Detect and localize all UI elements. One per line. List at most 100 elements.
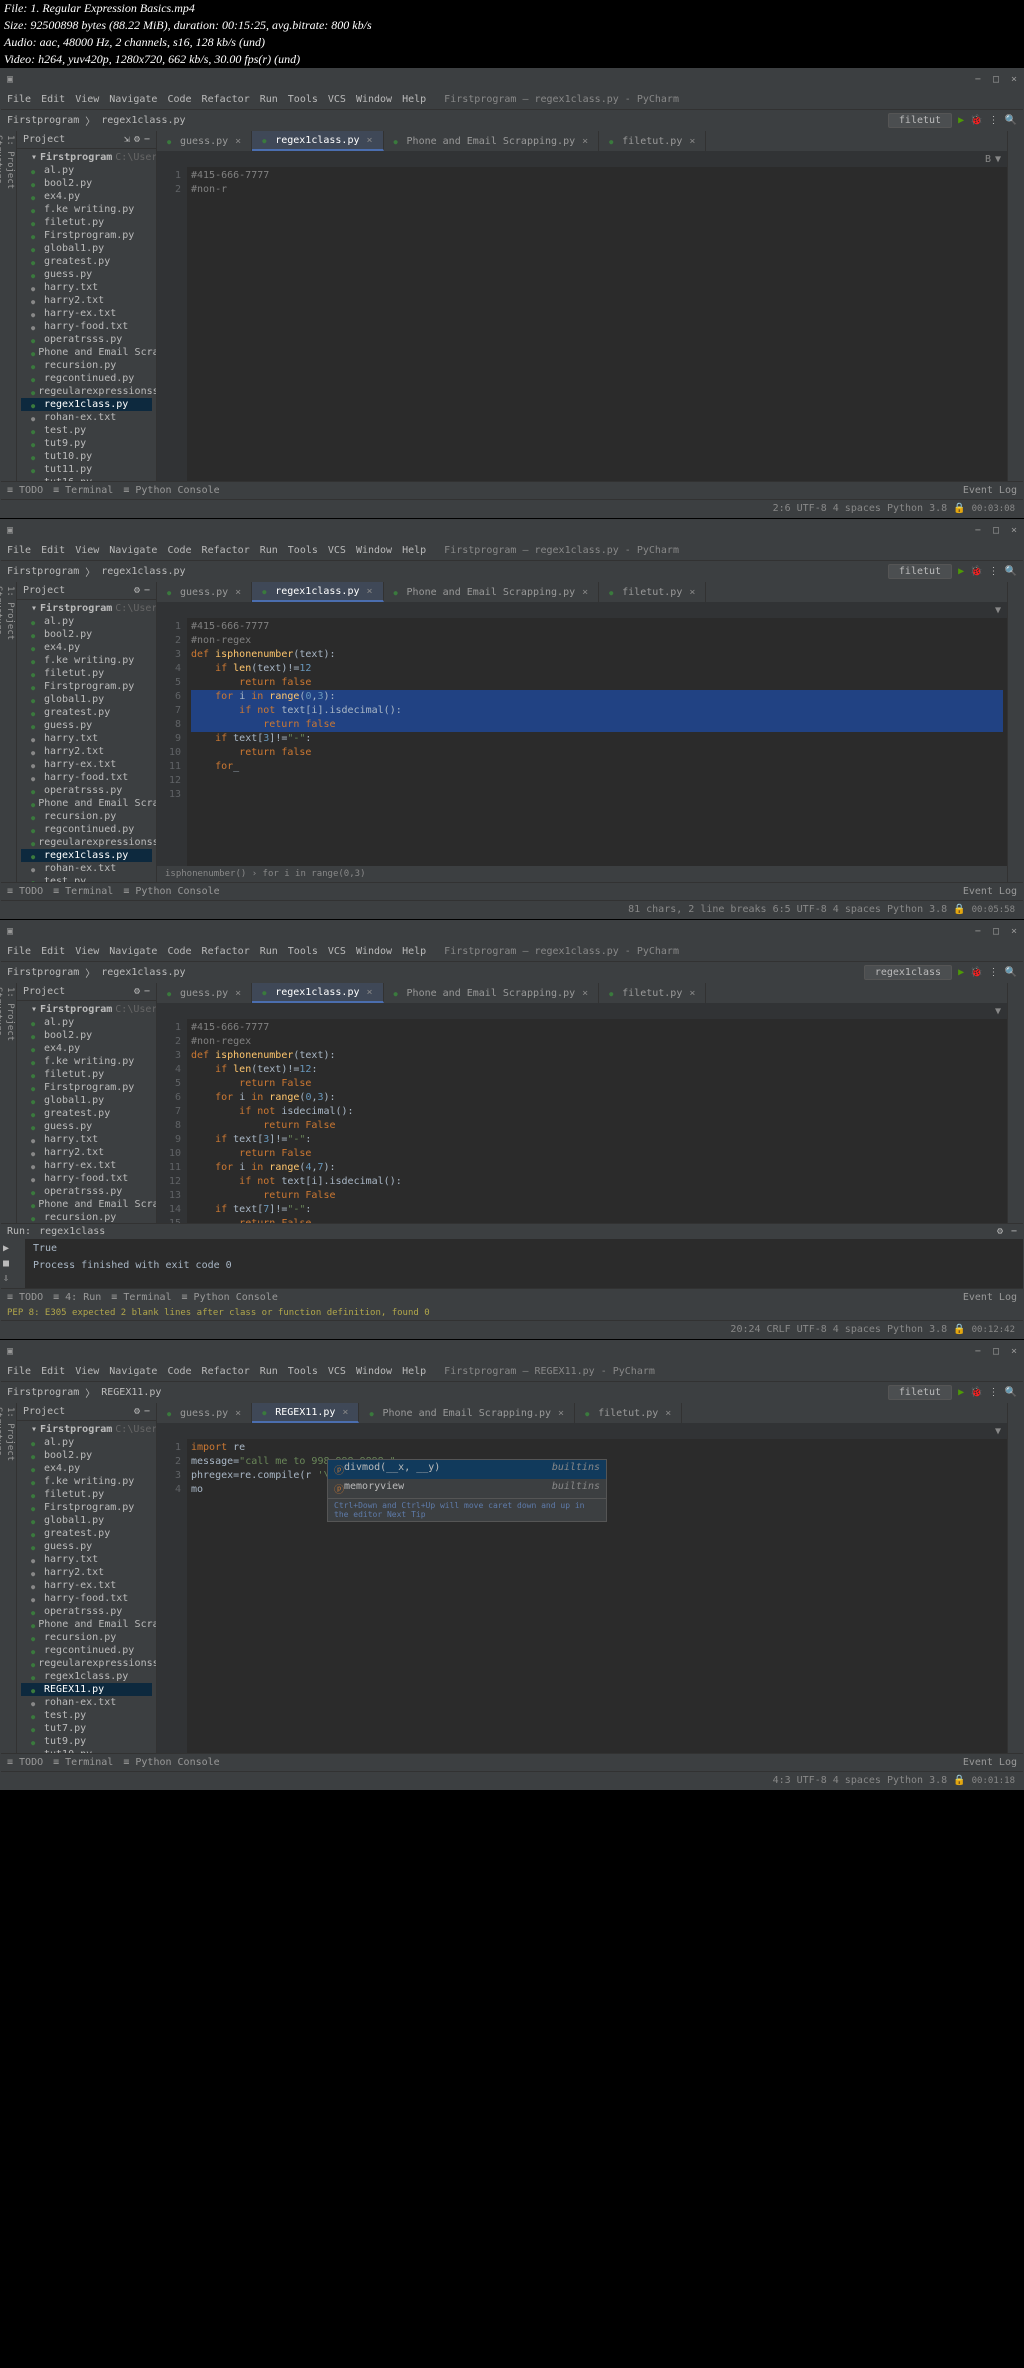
project-file[interactable]: greatest.py (21, 255, 152, 268)
project-file[interactable]: regex1class.py (21, 849, 152, 862)
project-file[interactable]: operatrsss.py (21, 1605, 152, 1618)
editor-tab[interactable]: guess.py× (157, 582, 252, 602)
project-file[interactable]: global1.py (21, 1514, 152, 1527)
project-file[interactable]: bool2.py (21, 1449, 152, 1462)
close-tab-icon[interactable]: × (342, 1407, 348, 1418)
project-file[interactable]: regex1class.py (21, 398, 152, 411)
project-root[interactable]: ▾ Firstprogram C:\Users\91948\Pycharm (21, 151, 152, 164)
project-file[interactable]: al.py (21, 615, 152, 628)
editor-tab[interactable]: REGEX11.py× (252, 1403, 359, 1423)
project-file[interactable]: harry-ex.txt (21, 758, 152, 771)
project-file[interactable]: rohan-ex.txt (21, 862, 152, 875)
project-file[interactable]: Firstprogram.py (21, 680, 152, 693)
code-area[interactable]: 12 #415-666-7777#non-r (157, 167, 1007, 481)
project-file[interactable]: Firstprogram.py (21, 1081, 152, 1094)
close-tab-icon[interactable]: × (235, 136, 241, 147)
project-file[interactable]: global1.py (21, 693, 152, 706)
menu-vcs[interactable]: VCS (328, 94, 346, 105)
project-file[interactable]: REGEX11.py (21, 1683, 152, 1696)
project-file[interactable]: ex4.py (21, 1042, 152, 1055)
autocomplete-item[interactable]: ⓟ memoryviewbuiltins (328, 1479, 606, 1498)
project-file[interactable]: recursion.py (21, 1631, 152, 1644)
menu-navigate[interactable]: Navigate (109, 1366, 157, 1377)
maximize-icon[interactable]: □ (993, 525, 999, 536)
project-file[interactable]: ex4.py (21, 641, 152, 654)
project-file[interactable]: tut7.py (21, 1722, 152, 1735)
menu-window[interactable]: Window (356, 545, 392, 556)
search-icon[interactable]: 🔍 (1005, 115, 1017, 126)
close-tab-icon[interactable]: × (665, 1408, 671, 1419)
project-file[interactable]: test.py (21, 424, 152, 437)
bottom-tool-python console[interactable]: ≡ Python Console (123, 1757, 219, 1768)
menu-view[interactable]: View (75, 946, 99, 957)
project-file[interactable]: guess.py (21, 268, 152, 281)
run-config-dropdown[interactable]: filetut (888, 113, 952, 128)
menu-navigate[interactable]: Navigate (109, 545, 157, 556)
project-file[interactable]: recursion.py (21, 359, 152, 372)
editor-tab[interactable]: regex1class.py× (252, 983, 383, 1003)
maximize-icon[interactable]: □ (993, 74, 999, 85)
close-icon[interactable]: × (1011, 74, 1017, 85)
close-tab-icon[interactable]: × (582, 988, 588, 999)
project-file[interactable]: greatest.py (21, 1527, 152, 1540)
project-file[interactable]: guess.py (21, 1120, 152, 1133)
project-file[interactable]: bool2.py (21, 177, 152, 190)
project-file[interactable]: global1.py (21, 1094, 152, 1107)
project-file[interactable]: ex4.py (21, 190, 152, 203)
menu-run[interactable]: Run (260, 545, 278, 556)
menu-edit[interactable]: Edit (41, 94, 65, 105)
project-file[interactable]: harry-ex.txt (21, 1579, 152, 1592)
menu-view[interactable]: View (75, 545, 99, 556)
project-file[interactable]: operatrsss.py (21, 1185, 152, 1198)
menu-refactor[interactable]: Refactor (202, 946, 250, 957)
bottom-tool-terminal[interactable]: ≡ Terminal (53, 1757, 113, 1768)
project-file[interactable]: f.ke writing.py (21, 1475, 152, 1488)
project-file[interactable]: tut9.py (21, 1735, 152, 1748)
stop-icon[interactable]: ■ (3, 1258, 23, 1269)
project-file[interactable]: bool2.py (21, 628, 152, 641)
project-file[interactable]: f.ke writing.py (21, 203, 152, 216)
project-file[interactable]: recursion.py (21, 1211, 152, 1223)
project-file[interactable]: harry2.txt (21, 745, 152, 758)
project-file[interactable]: rohan-ex.txt (21, 1696, 152, 1709)
project-file[interactable]: regcontinued.py (21, 372, 152, 385)
project-file[interactable]: harry-food.txt (21, 1592, 152, 1605)
project-file[interactable]: guess.py (21, 719, 152, 732)
run-button[interactable]: ▶ (958, 566, 964, 577)
structure-toolwindow-tab[interactable]: Structure (0, 131, 4, 481)
project-file[interactable]: global1.py (21, 242, 152, 255)
close-tab-icon[interactable]: × (582, 587, 588, 598)
project-file[interactable]: harry.txt (21, 281, 152, 294)
bottom-tool-todo[interactable]: ≡ TODO (7, 1292, 43, 1303)
minimize-icon[interactable]: − (975, 74, 981, 85)
menu-refactor[interactable]: Refactor (202, 545, 250, 556)
menu-edit[interactable]: Edit (41, 946, 65, 957)
project-file[interactable]: filetut.py (21, 667, 152, 680)
code-area[interactable]: 123456789101112131415161718💡2021 #415-66… (157, 1019, 1007, 1223)
menu-navigate[interactable]: Navigate (109, 946, 157, 957)
project-file[interactable]: Phone and Email Scrapping.py (21, 1618, 152, 1631)
project-file[interactable]: filetut.py (21, 1488, 152, 1501)
bottom-tool-4: run[interactable]: ≡ 4: Run (53, 1292, 101, 1303)
project-file[interactable]: ex4.py (21, 1462, 152, 1475)
editor-tab[interactable]: Phone and Email Scrapping.py× (384, 983, 600, 1003)
run-button[interactable]: ▶ (958, 115, 964, 126)
project-file[interactable]: harry-food.txt (21, 771, 152, 784)
project-file[interactable]: Firstprogram.py (21, 1501, 152, 1514)
close-tab-icon[interactable]: × (235, 1408, 241, 1419)
menu-view[interactable]: View (75, 94, 99, 105)
project-file[interactable]: filetut.py (21, 1068, 152, 1081)
project-file[interactable]: regeularexpressionss.py (21, 385, 152, 398)
project-file[interactable]: al.py (21, 1016, 152, 1029)
close-tab-icon[interactable]: × (558, 1408, 564, 1419)
bottom-tool-todo[interactable]: ≡ TODO (7, 886, 43, 897)
menu-tools[interactable]: Tools (288, 946, 318, 957)
close-tab-icon[interactable]: × (235, 587, 241, 598)
menu-run[interactable]: Run (260, 1366, 278, 1377)
project-toolwindow-tab[interactable]: 1: Project (4, 131, 16, 481)
menu-window[interactable]: Window (356, 94, 392, 105)
project-file[interactable]: harry.txt (21, 1553, 152, 1566)
project-root[interactable]: ▾ Firstprogram C:\Users\91948\Pycharm (21, 602, 152, 615)
project-file[interactable]: operatrsss.py (21, 333, 152, 346)
bottom-tool-todo[interactable]: ≡ TODO (7, 1757, 43, 1768)
